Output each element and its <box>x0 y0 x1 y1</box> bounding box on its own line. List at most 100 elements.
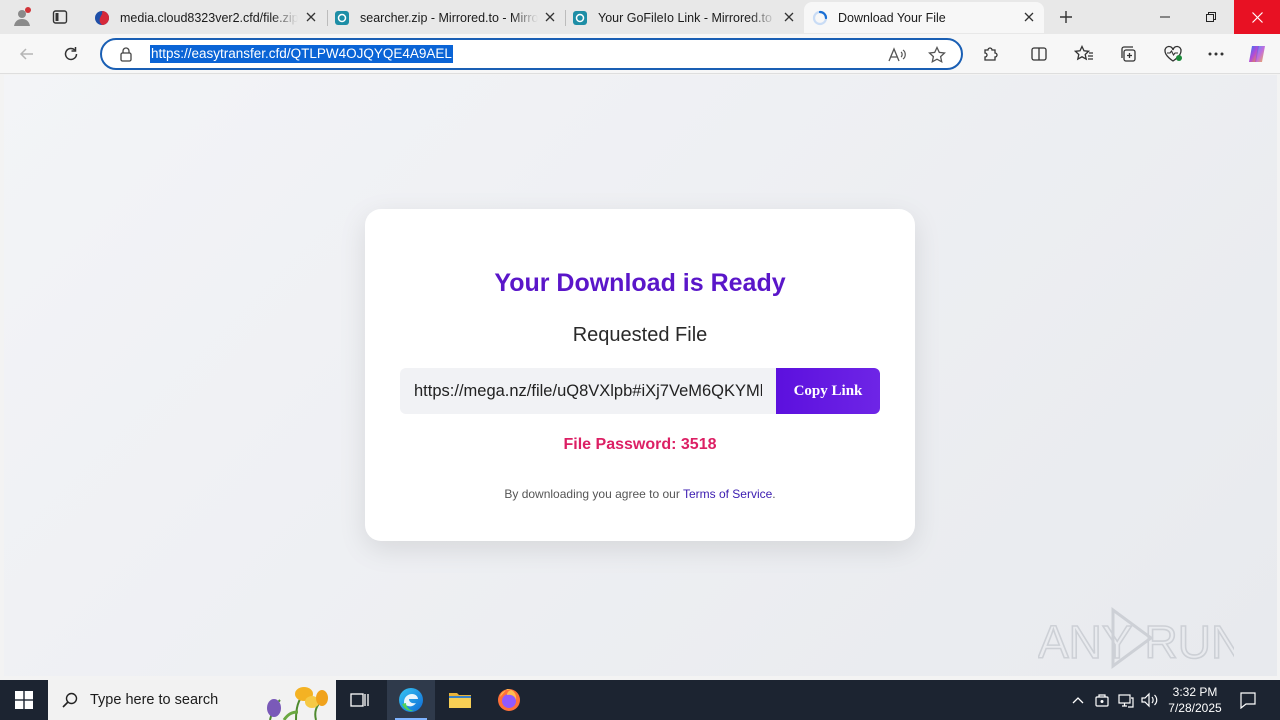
copilot-icon <box>1249 46 1265 62</box>
copilot-button[interactable] <box>1246 44 1268 64</box>
refresh-icon <box>64 47 78 61</box>
collections-button[interactable] <box>1117 44 1139 64</box>
mirrored-icon <box>573 10 587 25</box>
search-icon <box>62 692 78 708</box>
password-label: File Password: <box>563 436 681 453</box>
favorite-button[interactable] <box>928 46 946 64</box>
file-link-input[interactable] <box>400 368 776 414</box>
window-close-button[interactable] <box>1234 0 1280 34</box>
read-aloud-button[interactable] <box>888 46 906 64</box>
tab-close-button[interactable] <box>543 10 557 24</box>
file-subtitle: Requested File <box>572 324 708 346</box>
tray-security-button[interactable] <box>1092 690 1112 710</box>
task-view-icon <box>350 693 369 707</box>
star-outline-icon <box>928 46 946 64</box>
anyrun-watermark: ANY RUN <box>1037 606 1245 670</box>
network-icon <box>1118 694 1134 708</box>
tab-title: media.cloud8323ver2.cfd/file.zip? <box>120 10 298 25</box>
tab-title: searcher.zip - Mirrored.to - Mirro <box>360 10 538 25</box>
terms-suffix: . <box>772 487 776 501</box>
tab-media-cloud[interactable]: media.cloud8323ver2.cfd/file.zip? <box>86 2 326 33</box>
loading-spinner-icon <box>812 10 828 25</box>
tab-title: Download Your File <box>838 10 946 25</box>
security-icon <box>1095 694 1109 707</box>
tray-network-button[interactable] <box>1116 690 1136 710</box>
tab-actions-icon <box>52 10 68 24</box>
page-title: Your Download is Ready <box>494 269 786 297</box>
show-hidden-icons-button[interactable] <box>1068 690 1088 710</box>
close-icon <box>1024 12 1034 22</box>
mirrored-icon <box>335 10 349 25</box>
start-button[interactable] <box>0 680 48 720</box>
tab-close-button[interactable] <box>304 10 318 24</box>
terms-notice: By downloading you agree to our Terms of… <box>365 487 915 501</box>
tab-strip: media.cloud8323ver2.cfd/file.zip? search… <box>0 0 1280 34</box>
close-icon <box>1251 11 1263 23</box>
heart-pulse-icon <box>1164 45 1182 62</box>
address-bar[interactable]: https://easytransfer.cfd/QTLPW4OJQYQE4A9… <box>100 38 963 70</box>
edge-icon <box>399 688 423 712</box>
taskbar-search-box[interactable]: Type here to search <box>48 680 336 720</box>
settings-menu-button[interactable] <box>1205 44 1227 64</box>
password-value: 3518 <box>680 436 717 453</box>
windows-taskbar: Type here to search 3:32 PM 7/28/2025 <box>0 680 1280 720</box>
restore-button[interactable] <box>1188 0 1234 34</box>
lock-icon[interactable] <box>118 46 134 62</box>
windows-logo-icon <box>15 691 33 709</box>
profile-icon <box>14 7 31 26</box>
split-screen-button[interactable] <box>1028 44 1050 64</box>
favorites-button[interactable] <box>1073 44 1095 64</box>
minimize-icon <box>1160 16 1170 18</box>
more-horizontal-icon <box>1208 52 1224 56</box>
notification-icon <box>1240 692 1256 709</box>
search-placeholder: Type here to search <box>90 692 219 708</box>
extensions-button[interactable] <box>980 44 1002 64</box>
close-icon <box>784 12 794 22</box>
flowers-decoration-icon <box>267 687 328 720</box>
tab-download-your-file[interactable]: Download Your File <box>804 2 1044 33</box>
address-url[interactable]: https://easytransfer.cfd/QTLPW4OJQYQE4A9… <box>150 45 453 63</box>
tab-close-button[interactable] <box>782 10 796 24</box>
minimize-button[interactable] <box>1142 0 1188 34</box>
favorites-icon <box>1074 45 1093 61</box>
profile-button[interactable] <box>8 3 36 31</box>
clock-date: 7/28/2025 <box>1168 701 1222 715</box>
copy-link-button[interactable]: Copy Link <box>776 368 880 414</box>
download-card: Your Download is Ready Requested File Co… <box>365 209 915 541</box>
task-view-button[interactable] <box>336 680 384 720</box>
taskbar-firefox[interactable] <box>485 680 533 720</box>
folder-icon <box>449 693 471 708</box>
tab-actions-button[interactable] <box>46 3 74 31</box>
tray-volume-button[interactable] <box>1140 690 1160 710</box>
close-icon <box>306 12 316 22</box>
watermark-text: ANY RUN <box>1038 616 1234 668</box>
tab-searcher-zip[interactable]: searcher.zip - Mirrored.to - Mirro <box>326 2 565 33</box>
back-button[interactable] <box>12 40 42 68</box>
tab-title: Your GoFileIo Link - Mirrored.to - <box>598 10 776 25</box>
file-password: File Password: 3518 <box>365 436 915 454</box>
taskbar-file-explorer[interactable] <box>436 680 484 720</box>
clock-time: 3:32 PM <box>1172 685 1218 699</box>
refresh-button[interactable] <box>56 40 86 68</box>
speaker-icon <box>1141 692 1158 708</box>
chevron-up-icon <box>1072 697 1084 704</box>
red-globe-icon <box>95 10 109 25</box>
tab-close-button[interactable] <box>1022 10 1036 24</box>
plus-icon <box>1060 11 1072 23</box>
split-screen-icon <box>1031 47 1047 61</box>
anyrun-logo-icon: ANY RUN <box>1037 607 1245 669</box>
link-row: Copy Link <box>400 368 880 414</box>
read-aloud-icon <box>888 47 906 62</box>
puzzle-icon <box>984 47 998 61</box>
page-viewport: Your Download is Ready Requested File Co… <box>4 75 1277 676</box>
tab-gofileio-link[interactable]: Your GoFileIo Link - Mirrored.to - <box>564 2 804 33</box>
notifications-button[interactable] <box>1238 690 1258 710</box>
taskbar-edge[interactable] <box>387 680 435 720</box>
close-icon <box>545 12 555 22</box>
firefox-icon <box>498 689 520 711</box>
taskbar-clock[interactable]: 3:32 PM 7/28/2025 <box>1162 684 1228 716</box>
new-tab-button[interactable] <box>1052 4 1080 30</box>
terms-of-service-link[interactable]: Terms of Service <box>683 487 772 501</box>
browser-essentials-button[interactable] <box>1162 44 1184 64</box>
arrow-left-icon <box>19 48 33 60</box>
